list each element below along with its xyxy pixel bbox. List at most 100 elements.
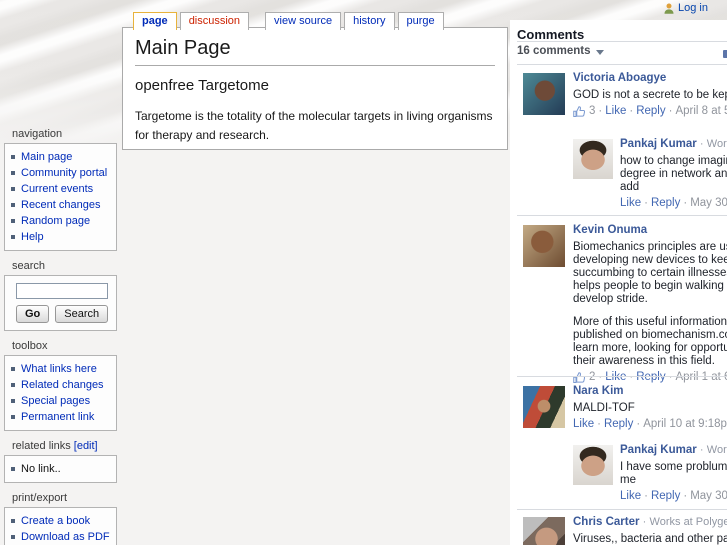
divider: [517, 64, 727, 65]
commenter-meta: Works at S: [706, 444, 727, 456]
like-link[interactable]: Like: [620, 197, 641, 210]
sidebar-link[interactable]: Help: [21, 231, 44, 243]
intro-paragraph: Targetome is the totality of the molecul…: [135, 109, 493, 142]
comment-nara: Nara Kim MALDI-TOF Like · Reply · April …: [510, 385, 727, 431]
comment-actions: Like · Reply · May 30 at 3:1: [620, 490, 727, 503]
avatar[interactable]: [573, 445, 613, 485]
separator: ·: [644, 197, 648, 209]
comment-text: Biomechanics principles are used in med …: [573, 241, 727, 368]
go-button[interactable]: Go: [16, 305, 50, 323]
comment-line: GOD is not a secrete to be kept neither …: [573, 89, 727, 101]
commenter-name[interactable]: Chris Carter: [573, 516, 639, 528]
avatar[interactable]: [523, 386, 565, 428]
sidebar-link[interactable]: Download as PDF: [21, 531, 110, 543]
related-links-text: related links: [12, 440, 71, 452]
timestamp: April 8 at 5:53pm: [675, 105, 727, 117]
reply-link[interactable]: Reply: [636, 371, 665, 384]
sidebar-link[interactable]: Special pages: [21, 395, 90, 407]
reply-link[interactable]: Reply: [636, 105, 665, 118]
tab-discussion[interactable]: discussion: [179, 12, 250, 30]
sidebar-item-random-page[interactable]: Random page: [11, 213, 112, 229]
toolbox-portlet: What links here Related changes Special …: [4, 355, 117, 431]
timestamp: May 30 at 3:1: [690, 197, 727, 209]
sidebar-item-download-as-pdf[interactable]: Download as PDF: [11, 529, 112, 545]
avatar[interactable]: [523, 517, 565, 545]
comment-line: develop stride.: [573, 293, 648, 305]
sidebar-link[interactable]: Recent changes: [21, 199, 101, 211]
divider: [517, 215, 727, 216]
commenter-name[interactable]: Pankaj Kumar: [620, 444, 697, 456]
user-icon: [664, 3, 674, 14]
sidebar-link[interactable]: Related changes: [21, 379, 104, 391]
comment-line: Viruses,, bacteria and other pathogens h: [573, 533, 727, 545]
navigation-portlet: Main page Community portal Current event…: [4, 143, 117, 251]
bullet-icon: [11, 519, 15, 523]
sidebar-item-help[interactable]: Help: [11, 229, 112, 245]
reply-link[interactable]: Reply: [651, 490, 680, 503]
like-link[interactable]: Like: [573, 418, 594, 431]
sidebar-link[interactable]: Main page: [21, 151, 72, 163]
sidebar-item-special-pages[interactable]: Special pages: [11, 393, 112, 409]
sidebar-item-create-a-book[interactable]: Create a book: [11, 513, 112, 529]
separator: ·: [699, 138, 704, 150]
sidebar-item-what-links-here[interactable]: What links here: [11, 361, 112, 377]
separator: ·: [642, 516, 647, 528]
comment-line: degree in network anlysis in: [620, 168, 727, 180]
sidebar-link[interactable]: Community portal: [21, 167, 107, 179]
print-export-label: print/export: [12, 492, 68, 504]
like-link[interactable]: Like: [620, 490, 641, 503]
sidebar-link[interactable]: Permanent link: [21, 411, 94, 423]
comment-line: helps people to begin walking again and …: [573, 280, 727, 292]
comment-actions: Like · Reply · May 30 at 3:1: [620, 197, 727, 210]
sidebar-item-related-changes[interactable]: Related changes: [11, 377, 112, 393]
page-title: Main Page: [135, 37, 495, 66]
tab-history[interactable]: history: [344, 12, 395, 30]
login-link[interactable]: Log in: [678, 2, 708, 14]
sidebar-link[interactable]: Random page: [21, 215, 90, 227]
sidebar-item-recent-changes[interactable]: Recent changes: [11, 197, 112, 213]
comments-count-dropdown[interactable]: 16 comments: [517, 45, 604, 57]
like-count: 3: [589, 105, 596, 117]
divider: [517, 376, 727, 377]
sidebar-link[interactable]: What links here: [21, 363, 97, 375]
tab-page[interactable]: page: [133, 12, 177, 30]
commenter-name[interactable]: Pankaj Kumar: [620, 138, 697, 150]
search-label: search: [12, 260, 46, 272]
sidebar-item-current-events[interactable]: Current events: [11, 181, 112, 197]
sidebar-link[interactable]: Create a book: [21, 515, 90, 527]
reply-link[interactable]: Reply: [651, 197, 680, 210]
search-button[interactable]: Search: [55, 305, 109, 323]
related-links-label: related links [edit]: [4, 437, 117, 455]
commenter-name[interactable]: Victoria Aboagye: [573, 72, 666, 84]
sidebar-link[interactable]: Current events: [21, 183, 93, 195]
separator: ·: [598, 105, 603, 117]
comment-actions: Like · Reply · April 10 at 9:18pm: [573, 418, 727, 431]
separator: ·: [683, 490, 688, 502]
sidebar-item-main-page[interactable]: Main page: [11, 149, 112, 165]
avatar[interactable]: [523, 225, 565, 267]
thumb-up-icon: [573, 105, 585, 118]
like-link[interactable]: Like: [605, 371, 626, 384]
avatar[interactable]: [523, 73, 565, 115]
commenter-name[interactable]: Kevin Onuma: [573, 224, 647, 236]
edit-link[interactable]: [edit]: [74, 440, 98, 452]
sidebar-item-community-portal[interactable]: Community portal: [11, 165, 112, 181]
sidebar-item-permanent-link[interactable]: Permanent link: [11, 409, 112, 425]
timestamp: May 30 at 3:1: [690, 490, 727, 502]
commenter-name[interactable]: Nara Kim: [573, 385, 624, 397]
tab-view-source[interactable]: view source: [265, 12, 342, 30]
search-input[interactable]: [16, 283, 108, 299]
comments-panel: Comments 16 comments Victoria Aboagye GO…: [510, 20, 727, 545]
avatar[interactable]: [573, 139, 613, 179]
related-links-portlet: No link..: [4, 455, 117, 483]
bullet-icon: [11, 367, 15, 371]
reply-link[interactable]: Reply: [604, 418, 633, 431]
bullet-icon: [11, 203, 15, 207]
commenter-meta: Works at Polygenic Pathw: [649, 516, 727, 528]
commenter-meta: Works at S: [706, 138, 727, 150]
tab-purge[interactable]: purge: [397, 12, 444, 30]
like-link[interactable]: Like: [605, 105, 626, 118]
bullet-icon: [11, 535, 15, 539]
comment-text: MALDI-TOF: [573, 402, 727, 415]
